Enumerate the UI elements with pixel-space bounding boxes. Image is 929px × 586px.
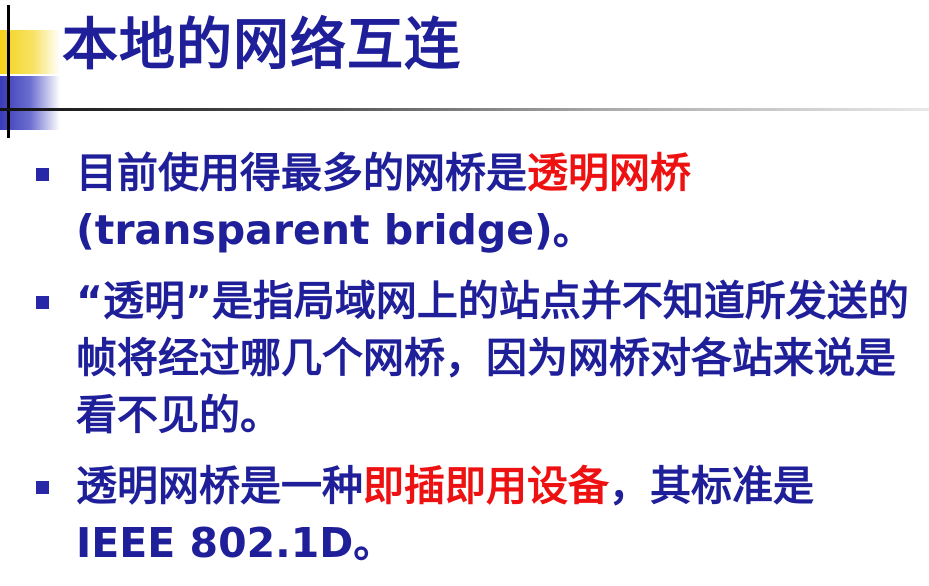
bullet-text: 目前使用得最多的网桥是 <box>76 149 527 197</box>
title-horizontal-rule <box>0 108 929 111</box>
highlight-text: 透明网桥 <box>527 149 691 197</box>
bullet-text: 透明网桥是一种 <box>76 462 363 510</box>
square-bullet-icon <box>36 168 49 181</box>
highlight-text: 即插即用设备 <box>363 462 609 510</box>
bullet-item-plug-and-play: 透明网桥是一种即插即用设备，其标准是 IEEE 802.1D。 <box>30 458 910 572</box>
bullet-list: 目前使用得最多的网桥是透明网桥 (transparent bridge)。 “透明… <box>30 145 910 586</box>
slide-title: 本地的网络互连 <box>62 13 461 78</box>
bullet-text: “透明”是指局域网上的站点并不知道所发送的帧将经过哪几个网桥，因为网桥对各站来说… <box>76 277 909 439</box>
title-vertical-rule <box>7 5 10 138</box>
bullet-item-transparent-bridge: 目前使用得最多的网桥是透明网桥 (transparent bridge)。 <box>30 145 910 259</box>
bullet-item-transparent-meaning: “透明”是指局域网上的站点并不知道所发送的帧将经过哪几个网桥，因为网桥对各站来说… <box>30 273 910 444</box>
square-bullet-icon <box>36 296 49 309</box>
bullet-text: (transparent bridge)。 <box>76 206 594 254</box>
square-bullet-icon <box>36 481 49 494</box>
